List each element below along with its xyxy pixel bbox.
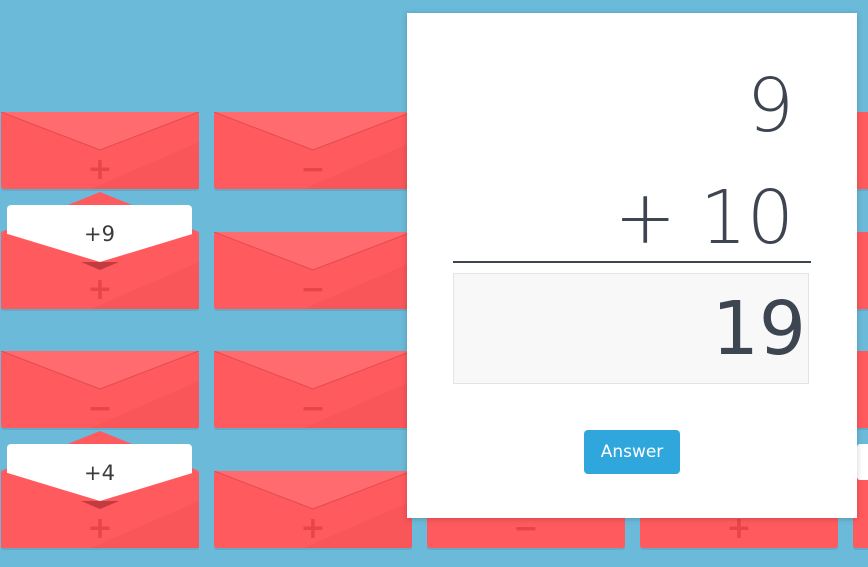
envelope[interactable]: + <box>1 112 199 189</box>
envelope[interactable]: − <box>1 351 199 428</box>
envelope[interactable]: − <box>214 112 412 189</box>
plus-icon: + <box>87 152 113 187</box>
plus-icon: + <box>300 511 326 546</box>
envelope[interactable]: − <box>214 232 412 309</box>
second-number: + 10 <box>614 175 794 261</box>
envelope[interactable]: − <box>214 351 412 428</box>
minus-icon: − <box>513 511 539 546</box>
answer-button[interactable]: Answer <box>584 430 680 474</box>
envelope-card-partial <box>857 444 868 480</box>
plus-icon: + <box>726 511 752 546</box>
envelope[interactable]: + <box>214 471 412 548</box>
minus-icon: − <box>300 152 326 187</box>
sum-divider <box>453 261 811 263</box>
minus-icon: − <box>300 391 326 426</box>
problem-card: 9 + 10 19 Answer <box>407 13 857 518</box>
minus-icon: − <box>87 391 113 426</box>
answer-input[interactable]: 19 <box>453 273 809 384</box>
envelope[interactable]: +9 + <box>1 192 199 309</box>
envelope[interactable]: +4 + <box>1 431 199 548</box>
minus-icon: − <box>300 272 326 307</box>
plus-icon: + <box>87 511 113 546</box>
first-number: 9 <box>746 63 794 149</box>
plus-icon: + <box>87 272 113 307</box>
